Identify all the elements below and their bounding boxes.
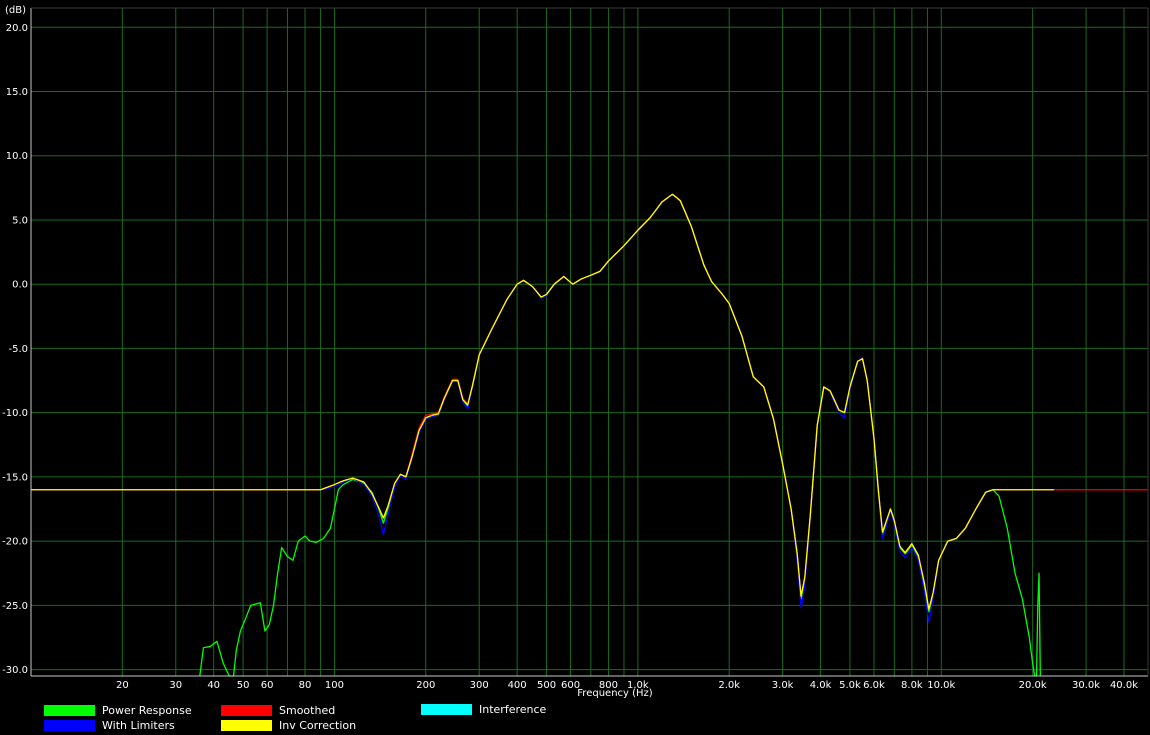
x-tick-label: 30.0k [1072,680,1100,691]
y-tick-label: -30.0 [2,665,28,676]
y-tick-label: -20.0 [2,537,28,548]
legend-swatch [221,704,272,716]
legend-swatch [44,704,95,716]
y-tick-label: 10.0 [6,151,28,162]
y-unit-label: (dB) [5,5,26,16]
legend-swatch [44,719,95,731]
x-tick-label: 40 [207,680,220,691]
x-tick-label: 20.0k [1019,680,1047,691]
x-tick-label: 50 [237,680,250,691]
legend-label: Smoothed [279,703,336,717]
y-tick-label: -10.0 [2,408,28,419]
x-tick-label: 30 [169,680,182,691]
y-tick-label: -5.0 [8,344,28,355]
y-tick-label: 0.0 [12,280,28,291]
x-tick-label: 400 [508,680,527,691]
grid-layer [31,8,1148,676]
legend-item-power-response: Power Response [44,702,192,718]
plot-area [31,8,1148,676]
legend-item-smoothed: Smoothed [221,702,335,718]
x-tick-label: 5.0k [839,680,861,691]
y-tick-label: 5.0 [12,215,28,226]
chart-svg: (dB) Frequency (Hz) 20.015.010.05.00.0-5… [2,5,1149,699]
x-tick-label: 100 [325,680,344,691]
y-tick-label: -15.0 [2,472,28,483]
frequency-response-chart: (dB) Frequency (Hz) 20.0 15.0 10.0 5.0 0.0 -5… [0,0,1150,735]
legend-item-interference: Interference [421,701,546,717]
x-tick-label: 500 [537,680,556,691]
x-tick-label: 4.0k [810,680,832,691]
x-tick-label: 80 [299,680,312,691]
legend-label: Power Response [102,703,192,717]
legend: Power Response With Limiters Smoothed Inv C… [0,700,1150,735]
y-tick-label: 20.0 [6,23,28,34]
legend-item-inv-correction: Inv Correction [221,717,356,733]
x-tick-label: 300 [470,680,489,691]
x-tick-label: 40.0k [1110,680,1138,691]
x-tick-label: 800 [599,680,618,691]
legend-label: With Limiters [102,718,175,732]
legend-swatch [221,719,272,731]
x-tick-label: 2.0k [718,680,740,691]
y-tick-label: -25.0 [2,601,28,612]
y-tick-label: 15.0 [6,87,28,98]
x-tick-label: 10.0k [927,680,955,691]
x-tick-label: 8.0k [901,680,923,691]
x-tick-label: 3.0k [772,680,794,691]
legend-item-with-limiters: With Limiters [44,717,175,733]
x-tick-label: 1.0k [627,680,649,691]
x-tick-label: 20 [116,680,129,691]
x-tick-label: 600 [561,680,580,691]
x-tick-label: 60 [261,680,274,691]
legend-label: Inv Correction [279,718,357,732]
x-tick-label: 6.0k [863,680,885,691]
x-tick-label: 200 [416,680,435,691]
legend-swatch [421,703,472,715]
legend-label: Interference [479,702,547,716]
